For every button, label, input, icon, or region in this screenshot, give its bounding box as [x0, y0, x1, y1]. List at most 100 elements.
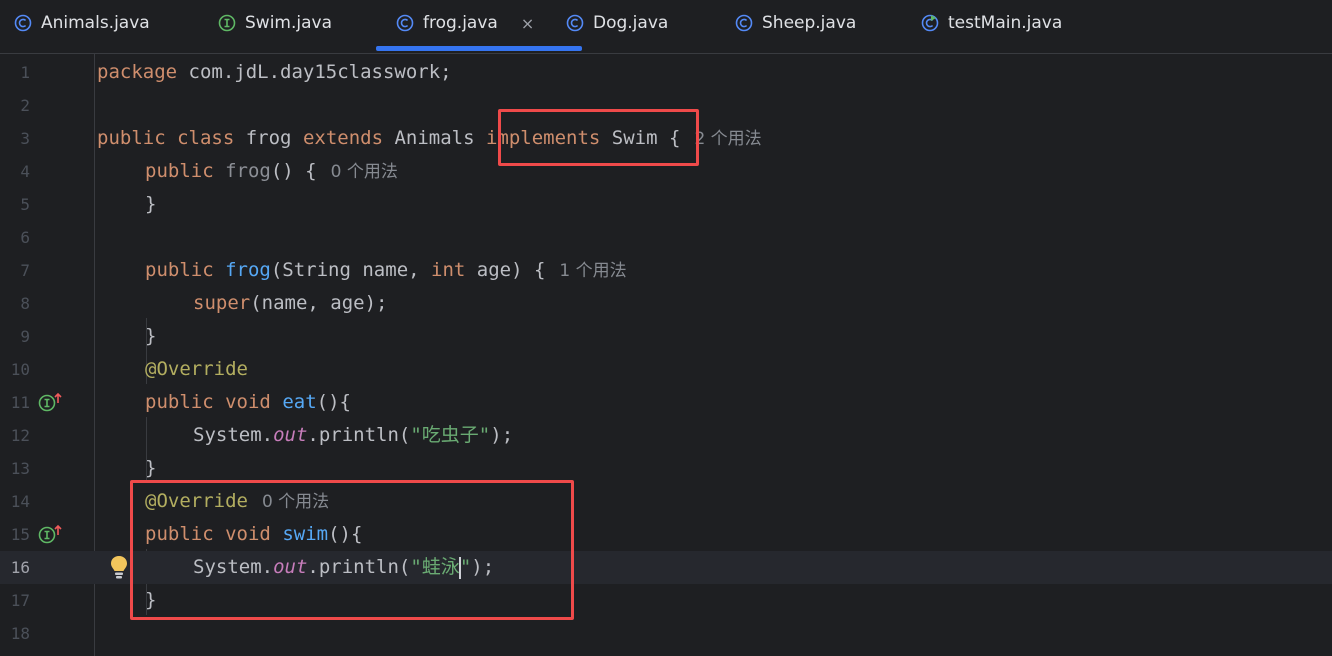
tab-sheep-java[interactable]: Sheep.java [735, 0, 856, 46]
class-icon [566, 14, 584, 32]
code-line-12[interactable]: 12 System.out.println("吃虫子"); [0, 419, 1332, 452]
usage-hint[interactable]: 0 个用法 [262, 492, 329, 512]
brace: } [145, 193, 157, 215]
code-line-13[interactable]: 13 } [0, 452, 1332, 485]
class-name: frog [234, 127, 303, 149]
line-number: 5 [20, 195, 30, 214]
code-line-10[interactable]: 10 @Override [0, 353, 1332, 386]
brace: { [669, 127, 681, 149]
code-text: (){ [316, 391, 351, 413]
class-ref: System. [193, 424, 274, 446]
keyword: package [97, 61, 178, 83]
line-number: 18 [10, 624, 30, 643]
code-line-15[interactable]: 15 public void swim(){ [0, 518, 1332, 551]
code-editor[interactable]: 1 package com.jdL.day15classwork; 2 3 pu… [0, 54, 1332, 656]
code-line-14[interactable]: 14 @Override 0 个用法 [0, 485, 1332, 518]
line-number: 7 [20, 261, 30, 280]
line-number: 16 [10, 558, 30, 577]
keyword: implements [485, 127, 601, 149]
code-line-2[interactable]: 2 [0, 89, 1332, 122]
static-field: out [273, 556, 308, 578]
tab-label: Animals.java [41, 13, 150, 33]
class-icon [14, 14, 32, 32]
constructor-name: frog [225, 160, 271, 182]
static-field: out [273, 424, 308, 446]
tab-label: frog.java [423, 13, 498, 33]
method-name: eat [282, 391, 317, 413]
class-ref: System. [193, 556, 274, 578]
method-call: .println( [307, 424, 411, 446]
line-number: 6 [20, 228, 30, 247]
string-literal: "吃虫子" [410, 424, 491, 446]
line-number: 3 [20, 129, 30, 148]
code-line-6[interactable]: 6 [0, 221, 1332, 254]
tab-animals-java[interactable]: Animals.java [14, 0, 150, 46]
code-line-16[interactable]: 16 System.out.println("蛙泳"); [0, 551, 1332, 584]
string-literal: "蛙泳 [410, 556, 460, 578]
keyword: int [431, 259, 466, 281]
usage-hint[interactable]: 0 个用法 [331, 162, 398, 182]
keyword: void [225, 391, 271, 413]
annotation: @Override [145, 358, 248, 380]
class-icon [396, 14, 414, 32]
code-line-3[interactable]: 3 public class frog extends Animals impl… [0, 122, 1332, 155]
code-text: () { [270, 160, 317, 182]
code-line-5[interactable]: 5 } [0, 188, 1332, 221]
code-text: ); [471, 556, 495, 578]
code-text: (String name, [270, 259, 432, 281]
code-line-7[interactable]: 7 public frog(String name, int age) { 1 个… [0, 254, 1332, 287]
tab-label: Swim.java [245, 13, 333, 33]
constructor-name: frog [225, 259, 271, 281]
line-number: 10 [10, 360, 30, 379]
code-line-11[interactable]: 11 public void eat(){ [0, 386, 1332, 419]
tab-label: Dog.java [593, 13, 669, 33]
brace: } [145, 457, 157, 479]
method-name: swim [282, 523, 329, 545]
line-number: 14 [10, 492, 30, 511]
line-number: 15 [10, 525, 30, 544]
usage-hint[interactable]: 1 个用法 [559, 261, 626, 281]
tab-swim-java[interactable]: Swim.java [218, 0, 332, 46]
implements-method-icon[interactable] [38, 524, 64, 544]
line-number: 11 [10, 393, 30, 412]
line-number: 12 [10, 426, 30, 445]
line-number: 9 [20, 327, 30, 346]
method-call: .println( [307, 556, 411, 578]
implements-method-icon[interactable] [38, 392, 64, 412]
keyword: extends [302, 127, 384, 149]
keyword: public [145, 391, 214, 413]
code-text: age) { [465, 259, 546, 281]
keyword: void [225, 523, 271, 545]
editor-tab-bar: Animals.java Swim.java frog.java × Dog.j… [0, 0, 1332, 54]
line-number: 13 [10, 459, 30, 478]
interface-icon [218, 14, 236, 32]
code-line-4[interactable]: 4 public frog() {0 个用法 [0, 155, 1332, 188]
code-line-18[interactable]: 18 [0, 617, 1332, 650]
code-line-8[interactable]: 8 super(name, age); [0, 287, 1332, 320]
brace: } [145, 589, 157, 611]
brace: } [145, 325, 157, 347]
code-line-9[interactable]: 9 } [0, 320, 1332, 353]
tab-frog-java[interactable]: frog.java × [375, 0, 583, 51]
package-name: com.jdL.day15classwork; [177, 61, 452, 83]
tab-testmain-java[interactable]: testMain.java [921, 0, 1062, 46]
keyword: public [145, 259, 214, 281]
keyword: public [145, 160, 214, 182]
code-line-1[interactable]: 1 package com.jdL.day15classwork; [0, 56, 1332, 89]
keyword: class [177, 127, 235, 149]
keyword: super [193, 292, 251, 314]
line-number: 17 [10, 591, 30, 610]
code-line-17[interactable]: 17 } [0, 584, 1332, 617]
parent-class: Animals [383, 127, 486, 149]
runnable-class-icon [921, 14, 939, 32]
tab-label: testMain.java [948, 13, 1063, 33]
tab-dog-java[interactable]: Dog.java [566, 0, 668, 46]
lightbulb-icon[interactable] [108, 554, 130, 580]
code-text: (){ [328, 523, 363, 545]
string-literal-end: " [459, 556, 472, 578]
close-icon[interactable]: × [521, 14, 534, 33]
usage-hint[interactable]: 2 个用法 [694, 129, 761, 149]
line-number: 2 [20, 96, 30, 115]
annotation: @Override [145, 490, 248, 512]
code-text: ); [490, 424, 514, 446]
